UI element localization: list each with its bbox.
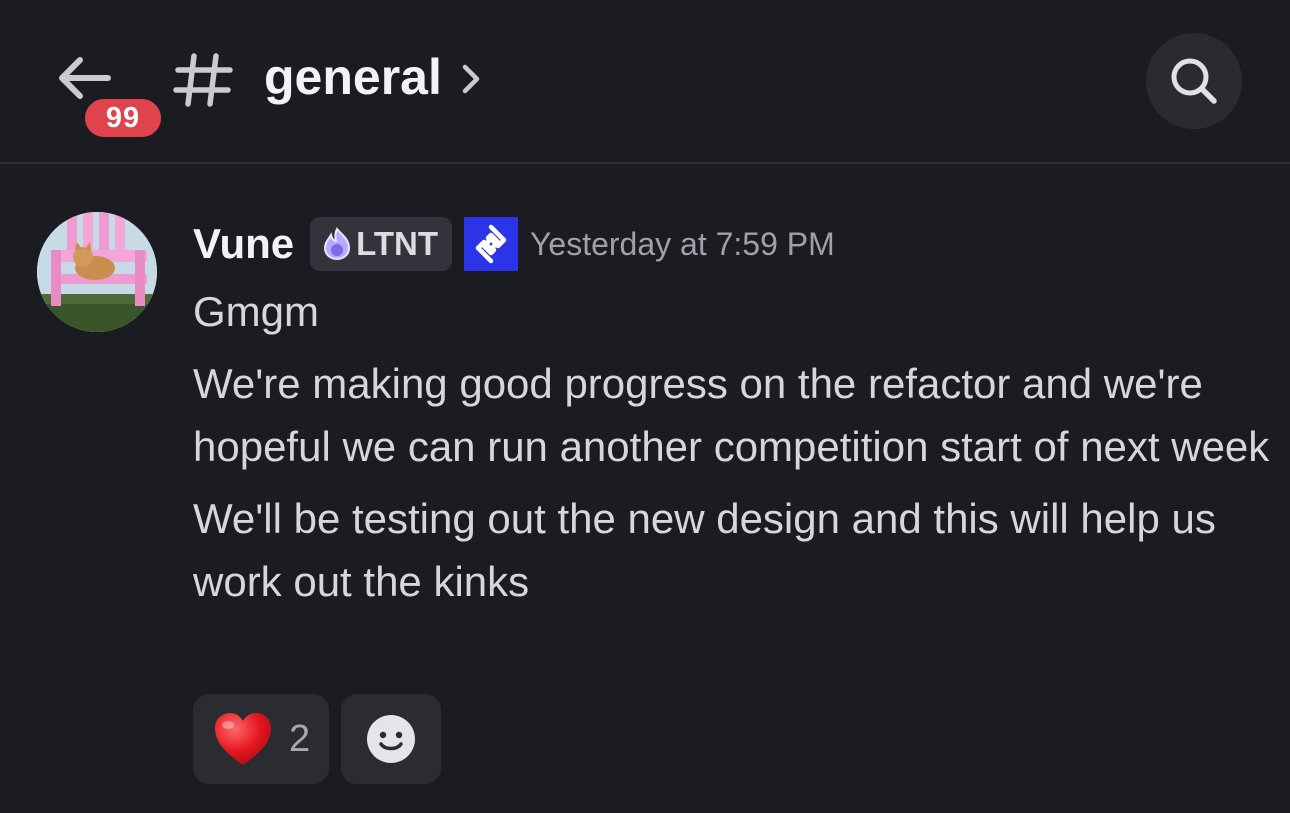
- message-header: Vune LTNT Yesterday at 7:59 PM: [193, 216, 835, 272]
- server-tag[interactable]: LTNT: [310, 217, 452, 271]
- channel-header: 99 general: [0, 0, 1290, 164]
- heart-emoji-icon: [215, 713, 271, 765]
- server-tag-label: LTNT: [356, 225, 438, 262]
- message-group: Vune LTNT Yesterday at 7:59 PM Gmgm We'r…: [0, 164, 1290, 813]
- message-text: We'll be testing out the new design and …: [193, 495, 1216, 605]
- flame-icon: [324, 227, 351, 261]
- chat-screen: 99 general Vune LTNT Yesterday at 7:59 P…: [0, 0, 1290, 813]
- message-timestamp: Yesterday at 7:59 PM: [529, 225, 835, 262]
- message-text: We're making good progress on the refact…: [193, 360, 1270, 470]
- hash-icon: [172, 50, 236, 110]
- message-content[interactable]: Gmgm We're making good progress on the r…: [193, 280, 1273, 622]
- avatar[interactable]: [37, 212, 157, 332]
- search-button[interactable]: [1146, 33, 1242, 129]
- author-name[interactable]: Vune: [193, 220, 294, 268]
- channel-name[interactable]: general: [264, 42, 442, 112]
- reaction-heart[interactable]: 2: [193, 694, 329, 784]
- link-logo-icon: [475, 224, 507, 264]
- reaction-count: 2: [289, 717, 311, 760]
- smiley-add-reaction-icon: [367, 715, 415, 763]
- unread-badge: 99: [80, 94, 166, 142]
- search-icon: [1171, 58, 1217, 104]
- chevron-right-icon[interactable]: [458, 62, 484, 96]
- add-reaction-button[interactable]: [341, 694, 441, 784]
- reaction-bar: 2: [193, 694, 453, 784]
- message-text: Gmgm: [193, 288, 319, 335]
- app-badge: [463, 217, 518, 271]
